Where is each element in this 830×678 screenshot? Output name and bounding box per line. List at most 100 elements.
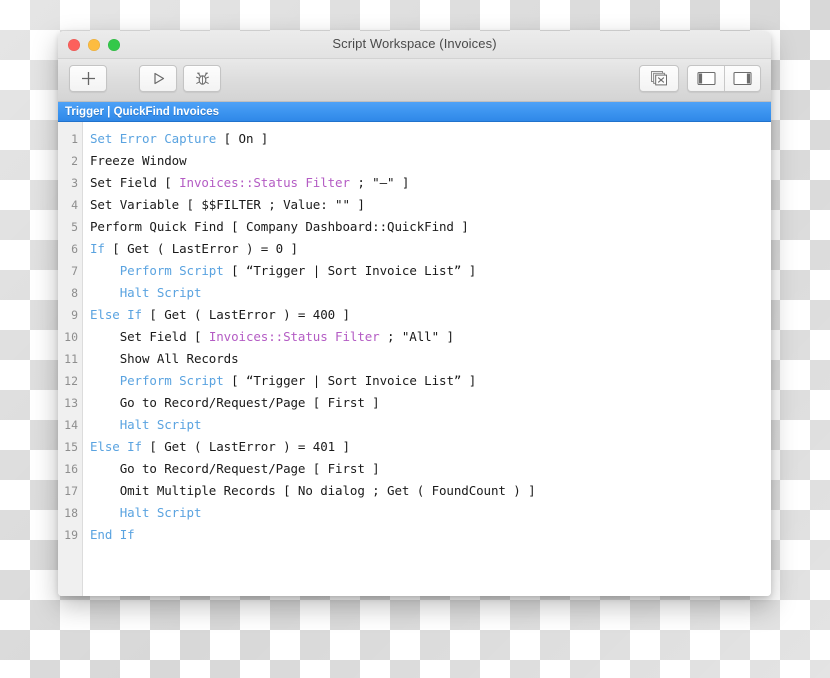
line-number: 13 — [64, 396, 78, 410]
script-token-plain: [ Get ( LastError ) = 401 ] — [141, 439, 350, 454]
script-step-line[interactable]: Halt Script — [90, 502, 771, 524]
script-token-plain: Perform Quick Find [ Company Dashboard::… — [90, 219, 469, 234]
script-token-kw: Halt Script — [119, 285, 202, 300]
script-toolbar — [58, 59, 771, 102]
line-number: 3 — [71, 176, 78, 190]
run-script-button[interactable] — [139, 65, 177, 92]
script-editor: 1 2 3 4 5 6 7 8 9 10 11 12 13 14 15 16 17 18 19 Set Error … — [58, 122, 771, 596]
script-token-kw: If — [90, 241, 105, 256]
script-step-line[interactable]: Else If [ Get ( LastError ) = 401 ] — [90, 436, 771, 458]
line-number: 14 — [64, 418, 78, 432]
script-workspace-window: Script Workspace (Invoices) Trigger | Qu… — [58, 31, 771, 596]
line-number: 10 — [64, 330, 78, 344]
line-number: 17 — [64, 484, 78, 498]
line-number: 11 — [64, 352, 78, 366]
script-token-kw: Perform Script — [119, 263, 224, 278]
line-number: 5 — [71, 220, 78, 234]
script-step-line[interactable]: Set Field [ Invoices::Status Filter ; "–… — [90, 172, 771, 194]
line-number: 16 — [64, 462, 78, 476]
script-token-plain: [ “Trigger | Sort Invoice List” ] — [223, 263, 477, 278]
script-token-kw: End If — [90, 527, 135, 542]
line-number: 6 — [71, 242, 78, 256]
script-token-field: Invoices::Status Filter — [179, 175, 350, 190]
line-number: 4 — [71, 198, 78, 212]
script-step-line[interactable]: Freeze Window — [90, 150, 771, 172]
script-step-line[interactable]: Set Variable [ $$FILTER ; Value: "" ] — [90, 194, 771, 216]
script-token-kw: Else If — [90, 307, 142, 322]
script-token-plain: [ On ] — [216, 131, 269, 146]
script-step-line[interactable]: Set Error Capture [ On ] — [90, 128, 771, 150]
line-number: 8 — [71, 286, 78, 300]
line-number: 7 — [71, 264, 78, 278]
toolbar-left-group — [69, 65, 221, 92]
script-step-line[interactable]: Perform Quick Find [ Company Dashboard::… — [90, 216, 771, 238]
script-step-line[interactable]: Halt Script — [90, 414, 771, 436]
script-token-plain: Go to Record/Request/Page [ First ] — [119, 395, 380, 410]
script-step-line[interactable]: Go to Record/Request/Page [ First ] — [90, 458, 771, 480]
right-sidebar-icon — [733, 71, 752, 86]
script-step-line[interactable]: Go to Record/Request/Page [ First ] — [90, 392, 771, 414]
script-token-field: Invoices::Status Filter — [208, 329, 380, 344]
play-triangle-icon — [151, 71, 166, 86]
script-token-plain: [ “Trigger | Sort Invoice List” ] — [223, 373, 477, 388]
script-step-line[interactable]: Perform Script [ “Trigger | Sort Invoice… — [90, 260, 771, 282]
script-token-kw: Perform Script — [119, 373, 224, 388]
script-step-line[interactable]: Show All Records — [90, 348, 771, 370]
script-token-kw: Else If — [90, 439, 142, 454]
script-step-list[interactable]: Set Error Capture [ On ] Freeze Window Set… — [83, 122, 771, 596]
toggle-left-pane-button[interactable] — [688, 66, 724, 91]
debug-script-button[interactable] — [183, 65, 221, 92]
bug-icon — [194, 71, 211, 87]
script-token-plain: Set Variable [ $$FILTER ; Value: "" ] — [90, 197, 365, 212]
line-number: 9 — [71, 308, 78, 322]
left-sidebar-icon — [696, 71, 716, 86]
script-token-plain: Show All Records — [119, 351, 239, 366]
close-all-scripts-button[interactable] — [639, 65, 679, 92]
script-token-plain: ; "–" ] — [349, 175, 410, 190]
script-step-line[interactable]: Set Field [ Invoices::Status Filter ; "A… — [90, 326, 771, 348]
script-token-plain: [ Get ( LastError ) = 400 ] — [141, 307, 350, 322]
pane-toggle-group — [687, 65, 761, 92]
script-token-plain: Omit Multiple Records [ No dialog ; Get … — [119, 483, 536, 498]
toolbar-right-group — [639, 65, 761, 92]
script-step-line[interactable]: Halt Script — [90, 282, 771, 304]
script-token-plain: ; "All" ] — [379, 329, 454, 344]
script-token-plain: Set Field [ — [90, 175, 180, 190]
script-step-line[interactable]: Else If [ Get ( LastError ) = 400 ] — [90, 304, 771, 326]
script-token-plain: Go to Record/Request/Page [ First ] — [119, 461, 380, 476]
line-number: 1 — [71, 132, 78, 146]
script-token-plain: [ Get ( LastError ) = 0 ] — [104, 241, 298, 256]
line-number-gutter: 1 2 3 4 5 6 7 8 9 10 11 12 13 14 15 16 17 18 19 — [58, 122, 83, 596]
line-number: 12 — [64, 374, 78, 388]
script-token-kw: Set Error Capture — [90, 131, 217, 146]
tab-trigger-quickfind-invoices[interactable]: Trigger | QuickFind Invoices — [65, 106, 219, 118]
script-tab-bar: Trigger | QuickFind Invoices — [58, 102, 771, 122]
line-number: 2 — [71, 154, 78, 168]
script-step-line[interactable]: Omit Multiple Records [ No dialog ; Get … — [90, 480, 771, 502]
script-step-line[interactable]: End If — [90, 524, 771, 546]
script-step-line[interactable]: If [ Get ( LastError ) = 0 ] — [90, 238, 771, 260]
script-step-line[interactable]: Perform Script [ “Trigger | Sort Invoice… — [90, 370, 771, 392]
line-number: 15 — [64, 440, 78, 454]
new-script-button[interactable] — [69, 65, 107, 92]
line-number: 19 — [64, 528, 78, 542]
script-token-kw: Halt Script — [119, 505, 202, 520]
window-titlebar: Script Workspace (Invoices) — [58, 31, 771, 59]
script-token-kw: Halt Script — [119, 417, 202, 432]
toggle-right-pane-button[interactable] — [724, 66, 760, 91]
script-token-plain: Set Field [ — [119, 329, 209, 344]
line-number: 18 — [64, 506, 78, 520]
window-title: Script Workspace (Invoices) — [332, 36, 497, 51]
close-all-windows-icon — [650, 70, 668, 87]
plus-icon — [80, 70, 97, 87]
